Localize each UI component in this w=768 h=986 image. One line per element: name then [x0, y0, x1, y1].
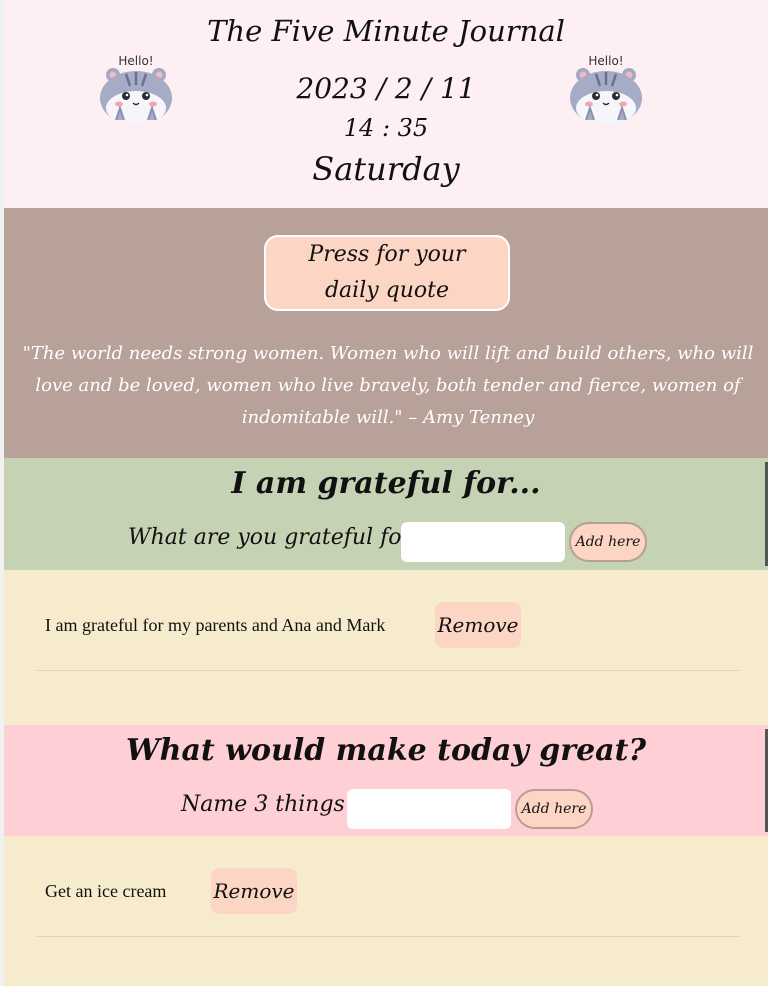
- great-prompt: Name 3 things: [181, 792, 345, 817]
- daily-quote-text: "The world needs strong women. Women who…: [22, 343, 754, 428]
- current-time: 14 : 35: [343, 114, 429, 142]
- page-title: The Five Minute Journal: [207, 14, 565, 48]
- grateful-add-button[interactable]: Add here: [569, 522, 647, 562]
- great-input[interactable]: [347, 789, 511, 829]
- great-section: What would make today great? Name 3 thin…: [4, 725, 768, 836]
- list-divider: [36, 936, 740, 937]
- list-item-text: Get an ice cream: [45, 881, 167, 901]
- mascot-hello-text: Hello!: [588, 54, 623, 68]
- grateful-prompt: What are you grateful for?: [128, 525, 424, 550]
- great-title: What would make today great?: [125, 733, 647, 768]
- current-date: 2023 / 2 / 11: [296, 72, 476, 105]
- grateful-input[interactable]: [401, 522, 565, 562]
- quote-section: Press for your daily quote "The world ne…: [4, 208, 768, 458]
- current-day: Saturday: [312, 150, 460, 188]
- list-item-text: I am grateful for my parents and Ana and…: [45, 615, 386, 635]
- journal-header: Hello! Hello! The Five Minute Journal 20…: [4, 0, 768, 208]
- daily-quote-button[interactable]: Press for your daily quote: [264, 235, 510, 311]
- grateful-title: I am grateful for...: [231, 466, 541, 501]
- great-list: Get an ice cream Remove: [4, 836, 768, 986]
- list-divider: [36, 670, 740, 671]
- great-add-button[interactable]: Add here: [515, 789, 593, 829]
- remove-button[interactable]: Remove: [211, 868, 297, 914]
- remove-button[interactable]: Remove: [435, 602, 521, 648]
- grateful-section: I am grateful for... What are you gratef…: [4, 458, 768, 570]
- grateful-list: I am grateful for my parents and Ana and…: [4, 570, 768, 725]
- mascot-hello-text: Hello!: [118, 54, 153, 68]
